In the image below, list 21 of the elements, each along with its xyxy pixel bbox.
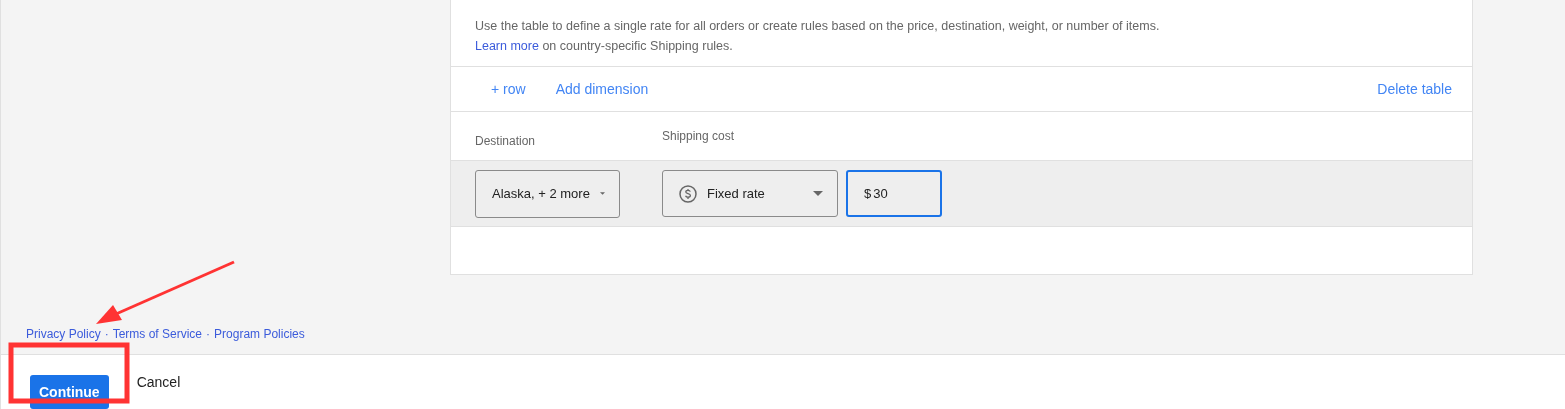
column-header: Shipping cost <box>662 129 735 143</box>
footer-link[interactable]: Program Policies <box>214 327 305 341</box>
dollar-icon <box>679 184 697 203</box>
description-text: Use the table to define a single rate for all orders or create rules based on the price, destination, weight, or number of items. Learn more on country-specific Shipping rules. <box>475 18 1161 55</box>
delete-table-button[interactable]: Delete table <box>1377 81 1452 97</box>
add-dimension-button[interactable]: Add dimension <box>555 81 649 97</box>
footer-link[interactable]: Terms of Service <box>112 327 203 341</box>
footer-link[interactable]: Privacy Policy <box>26 327 101 341</box>
destination-dropdown[interactable]: Alaska, + 2 more <box>475 169 620 218</box>
rate-type-dropdown[interactable]: Fixed rate <box>662 170 838 217</box>
add-row-button[interactable]: + row <box>491 81 526 97</box>
caret-icon <box>599 191 605 196</box>
separator-text: · <box>104 327 109 341</box>
separator-text: · <box>206 327 211 341</box>
shipping-cost-field[interactable]: $30 <box>846 170 942 217</box>
caret-icon <box>813 191 823 196</box>
learn-more-link[interactable]: Learn more <box>475 39 539 53</box>
cost-input[interactable]: 30 <box>873 186 924 201</box>
cancel-button[interactable]: Cancel <box>136 374 181 390</box>
currency-text: $ <box>864 186 872 201</box>
column-header: Destination <box>475 134 536 148</box>
